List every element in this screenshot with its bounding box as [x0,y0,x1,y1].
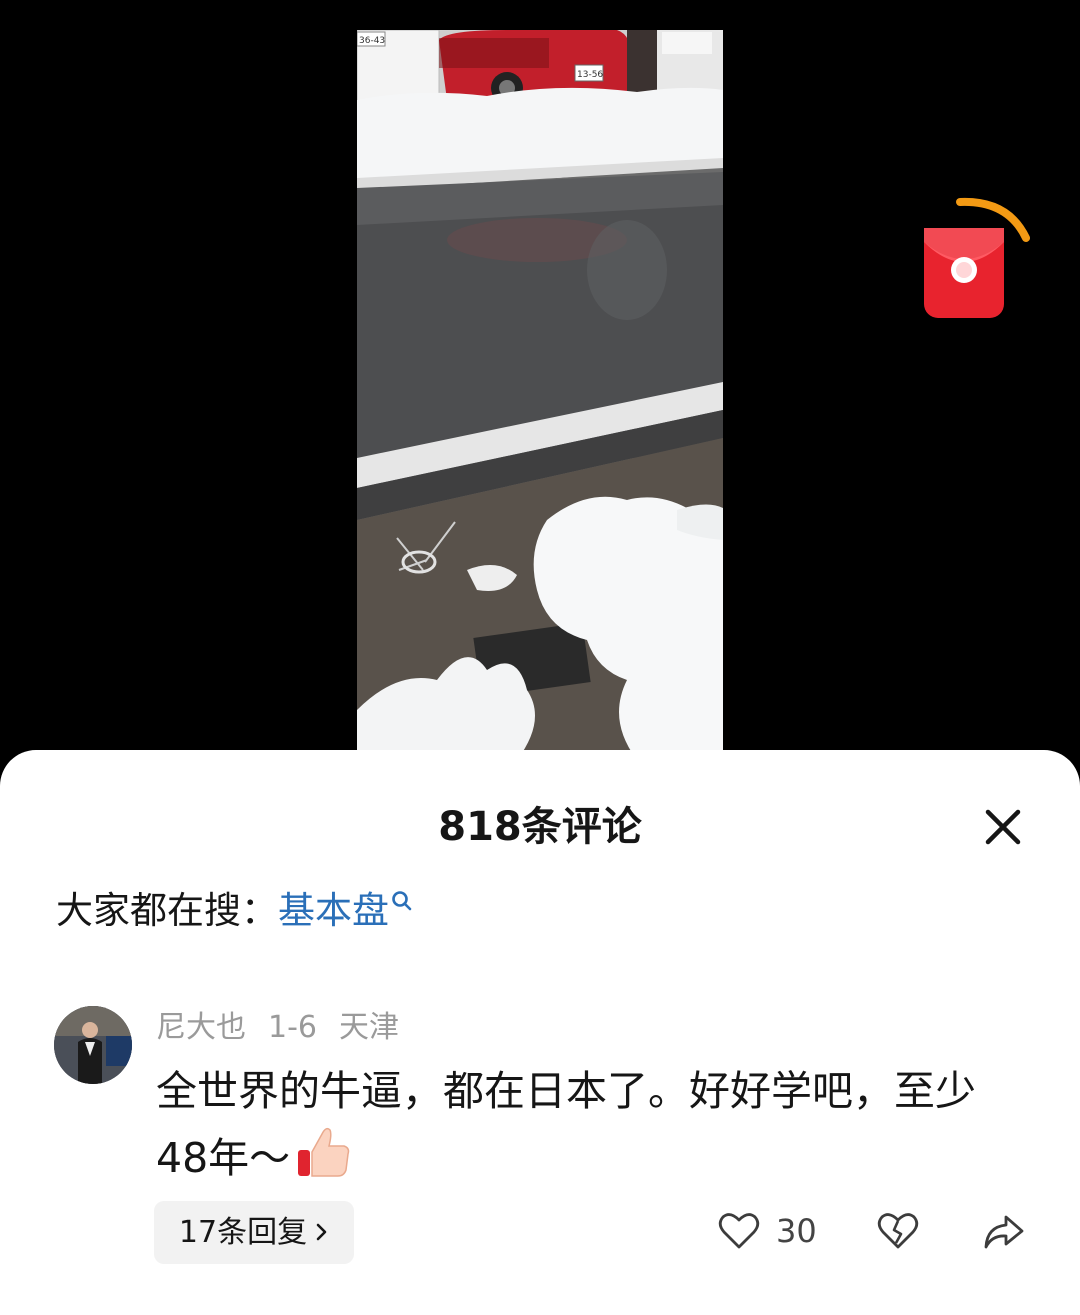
video-player[interactable]: 36-43 13-56 [357,30,723,760]
hot-search-prefix: 大家都在搜： [56,889,278,932]
heart-icon [718,1213,760,1249]
comments-panel: 818条评论 大家都在搜：基本盘 尼大也 1-6 天津 全世界的牛逼，都在日本了。好… [0,750,1080,1315]
hot-search-row: 大家都在搜：基本盘 [56,886,413,936]
hot-search-term: 基本盘 [278,889,389,932]
comment-meta: 尼大也 1-6 天津 [156,1008,421,1048]
comment-body: 全世界的牛逼，都在日本了。好好学吧，至少48年～ [156,1067,976,1182]
comment-author[interactable]: 尼大也 [156,1010,246,1045]
comment-text: 全世界的牛逼，都在日本了。好好学吧，至少48年～ [156,1060,1016,1197]
close-icon [985,809,1021,845]
red-packet-reward-icon[interactable] [918,190,1033,325]
replies-label: 17条回复 [178,1215,308,1250]
share-button[interactable] [982,1211,1026,1255]
dislike-button[interactable] [877,1211,919,1255]
thumbs-up-emoji-icon [294,1122,352,1197]
license-plate-right: 13-56 [577,70,603,80]
avatar[interactable] [54,1006,132,1084]
comment-location: 天津 [339,1010,399,1045]
chevron-right-icon [315,1215,329,1250]
like-count: 30 [776,1212,817,1250]
comment-date: 1-6 [268,1010,317,1045]
hot-search-link[interactable]: 基本盘 [278,889,413,932]
like-button[interactable]: 30 [718,1211,817,1251]
comments-count-title: 818条评论 [438,804,642,850]
close-button[interactable] [978,802,1028,852]
broken-heart-icon [877,1213,919,1249]
license-plate-left: 36-43 [359,36,385,46]
view-replies-button[interactable]: 17条回复 [154,1201,354,1264]
search-icon [392,891,412,911]
share-arrow-icon [984,1215,1024,1249]
